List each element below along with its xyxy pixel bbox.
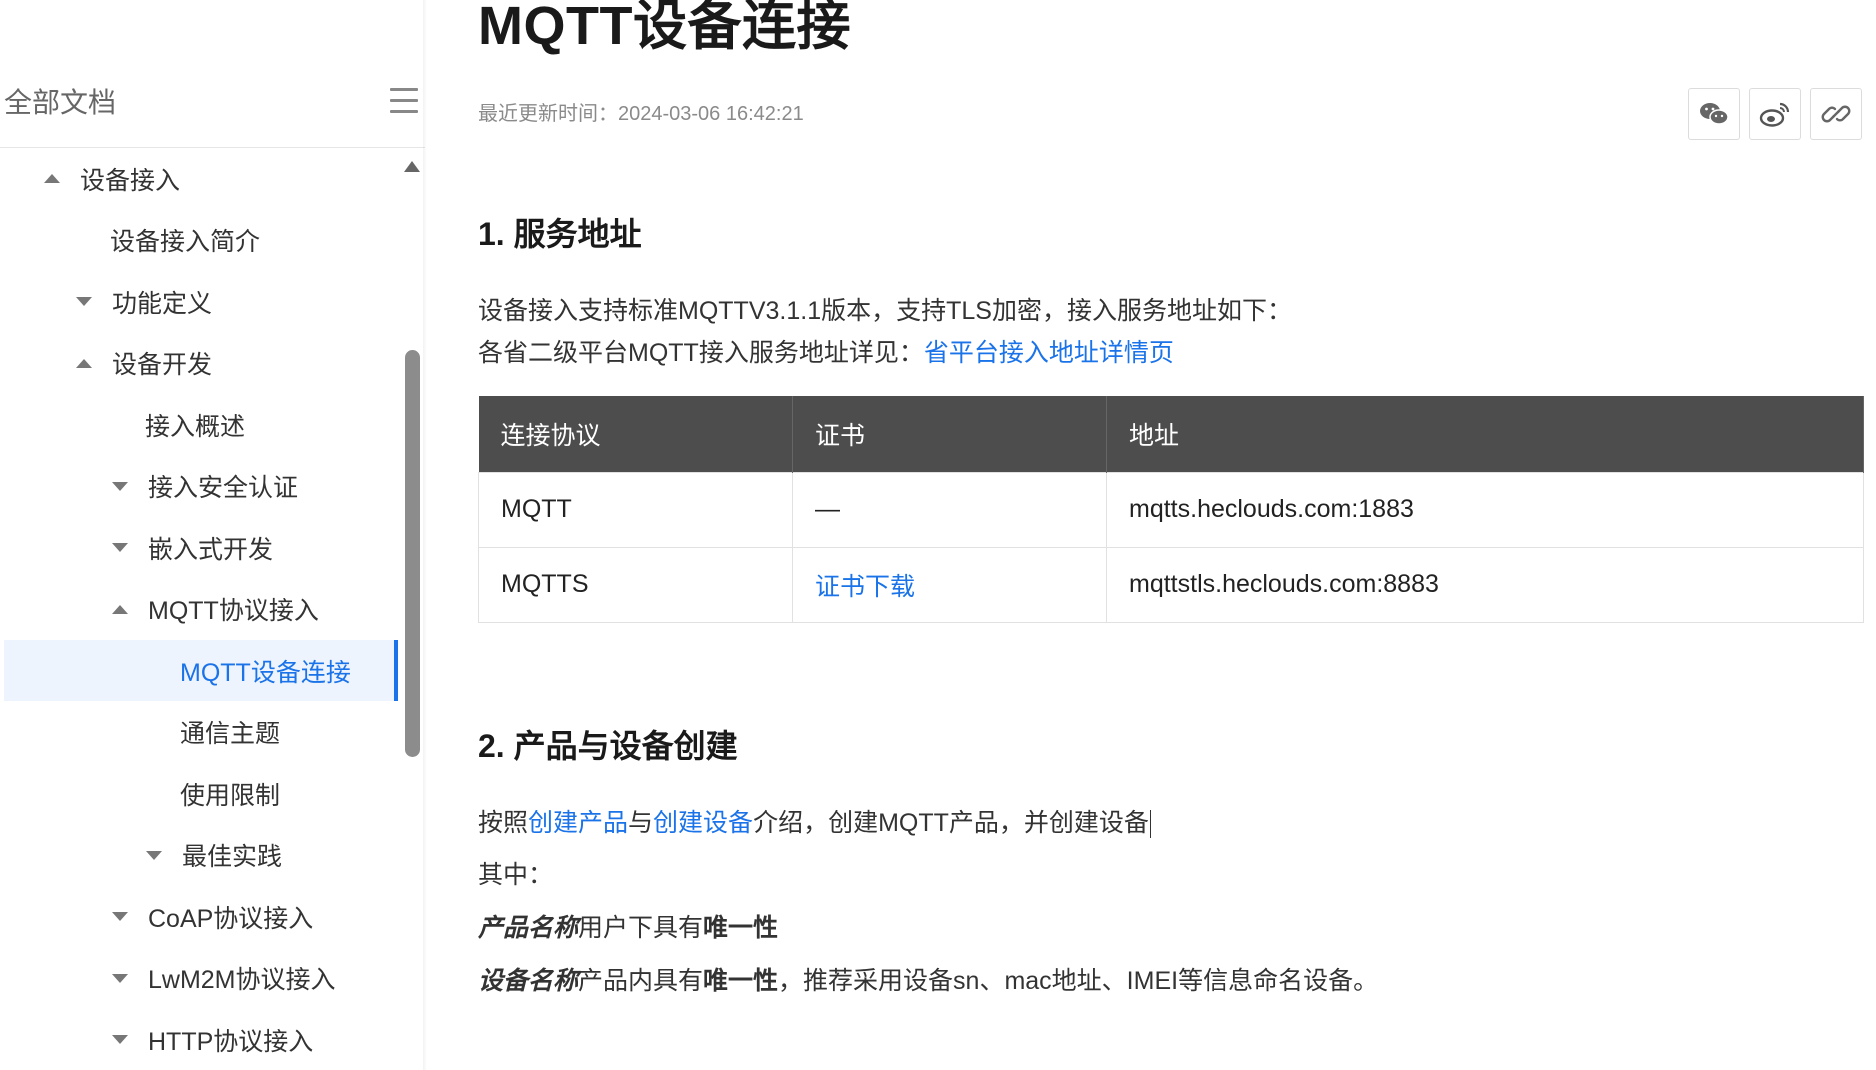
cell-protocol: MQTTS (478, 546, 793, 623)
sidebar-item[interactable]: 使用限制 (4, 763, 398, 824)
caret-down-icon[interactable] (112, 973, 128, 983)
caret-up-icon[interactable] (76, 358, 92, 368)
sidebar-item-label: MQTT设备连接 (180, 658, 351, 687)
sidebar-item-label: 最佳实践 (182, 843, 283, 871)
sidebar-item[interactable]: HTTP协议接入 (4, 1009, 398, 1070)
sidebar-item[interactable]: 设备接入 (4, 148, 398, 209)
provincial-prefix: 各省二级平台MQTT接入服务地址详见： (478, 339, 924, 367)
sidebar-item[interactable]: 设备开发 (4, 333, 398, 394)
sidebar-divider (423, 0, 427, 1070)
sidebar: 全部文档 设备接入设备接入简介 功能定义设备开发接入概述接入安全认证 嵌入式开发 MQ… (0, 0, 425, 1070)
column-header-protocol: 连接协议 (478, 396, 793, 472)
weibo-icon (1759, 102, 1790, 127)
sidebar-item-label: 设备开发 (112, 351, 213, 379)
sidebar-item[interactable]: 功能定义 (4, 271, 398, 332)
sidebar-item[interactable]: 接入概述 (4, 394, 398, 455)
sidebar-item-label: 设备接入 (80, 166, 181, 195)
caret-up-icon[interactable] (44, 174, 60, 183)
section2-note: 其中： (478, 861, 554, 889)
sidebar-header: 全部文档 (0, 0, 425, 148)
sidebar-item[interactable]: MQTT协议接入 (4, 579, 398, 640)
sidebar-item-label: 设备接入简介 (110, 228, 261, 256)
caret-down-icon[interactable] (112, 543, 128, 552)
sidebar-item-label: 使用限制 (180, 781, 281, 810)
sidebar-item-label: 功能定义 (112, 289, 213, 318)
scroll-up-arrow-icon[interactable] (404, 161, 420, 172)
uniqueness-term: 唯一性 (703, 967, 779, 995)
link-icon (1821, 105, 1851, 123)
caret-up-icon[interactable] (112, 604, 128, 614)
table-row: MQTT — mqtts.heclouds.com:1883 (478, 471, 1864, 548)
sidebar-item[interactable]: 通信主题 (4, 702, 398, 763)
product-name-rule: 产品名称用户下具有唯一性 (478, 911, 778, 945)
cell-certificate: — (792, 471, 1107, 548)
create-product-link[interactable]: 创建产品 (528, 809, 628, 837)
doc-content: MQTT设备连接 最近更新时间：2024-03-06 16:42:21 1. 服… (478, 0, 1868, 1070)
scrollbar-thumb[interactable] (405, 350, 420, 757)
sidebar-item[interactable]: 设备接入简介 (4, 210, 398, 271)
column-header-address: 地址 (1106, 396, 1864, 472)
caret-down-icon[interactable] (112, 481, 128, 491)
cell-certificate: 证书下载 (792, 546, 1107, 623)
sidebar-item-label: HTTP协议接入 (148, 1027, 314, 1056)
cell-protocol: MQTT (478, 471, 793, 548)
sidebar-item-label: 通信主题 (180, 720, 281, 748)
sidebar-item-label: CoAP协议接入 (148, 904, 314, 933)
sidebar-item-label: MQTT协议接入 (148, 597, 319, 625)
section-heading-product-device: 2. 产品与设备创建 (478, 728, 738, 764)
table-row: MQTTS 证书下载 mqttstls.heclouds.com:8883 (478, 546, 1864, 623)
wechat-icon (1700, 103, 1729, 125)
sidebar-item[interactable]: 接入安全认证 (4, 456, 398, 517)
sidebar-item[interactable]: 嵌入式开发 (4, 517, 398, 578)
provincial-address-link[interactable]: 省平台接入地址详情页 (924, 339, 1174, 367)
device-name-rule: 设备名称产品内具有唯一性，推荐采用设备sn、mac地址、IMEI等信息命名设备。 (478, 964, 1378, 998)
sidebar-item-label: 接入安全认证 (148, 474, 299, 502)
share-wechat-button[interactable] (1688, 88, 1740, 140)
text-fragment: 与 (628, 809, 654, 837)
section1-text: 设备接入支持标准MQTTV3.1.1版本，支持TLS加密，接入服务地址如下： (478, 297, 1292, 325)
caret-down-icon[interactable] (146, 850, 162, 860)
caret-down-icon[interactable] (76, 297, 92, 306)
share-weibo-button[interactable] (1749, 88, 1801, 140)
sidebar-item[interactable]: CoAP协议接入 (4, 886, 398, 947)
text-fragment: 用户下具有 (578, 914, 704, 942)
text-fragment: 产品内具有 (578, 967, 704, 995)
share-copy-link-button[interactable] (1810, 88, 1862, 140)
table-header-row: 连接协议 证书 地址 (478, 396, 1864, 472)
text-fragment: 按照 (478, 809, 529, 837)
caret-down-icon[interactable] (112, 912, 128, 921)
column-header-certificate: 证书 (792, 396, 1107, 472)
caret-down-icon[interactable] (112, 1035, 128, 1044)
text-fragment: 介绍，创建MQTT产品，并创建设备 (753, 809, 1149, 837)
sidebar-title: 全部文档 (4, 87, 117, 118)
text-fragment: ，推荐采用设备sn、mac地址、IMEI等信息命名设备。 (778, 967, 1379, 995)
last-updated-time: 最近更新时间：2024-03-06 16:42:21 (478, 103, 804, 125)
sidebar-item[interactable]: 最佳实践 (4, 825, 398, 886)
sidebar-item-label: LwM2M协议接入 (148, 966, 336, 994)
section1-provincial-line: 各省二级平台MQTT接入服务地址详见：省平台接入地址详情页 (478, 336, 1174, 370)
product-name-term: 产品名称 (478, 914, 579, 942)
certificate-download-link[interactable]: 证书下载 (815, 573, 915, 601)
cell-address: mqtts.heclouds.com:1883 (1106, 471, 1864, 548)
section-heading-service-address: 1. 服务地址 (478, 216, 642, 252)
text-cursor (1149, 810, 1151, 839)
sidebar-item[interactable]: MQTT设备连接 (4, 640, 398, 701)
cell-address: mqttstls.heclouds.com:8883 (1106, 546, 1864, 623)
sidebar-item-label: 接入概述 (145, 412, 246, 441)
page-title: MQTT设备连接 (478, 0, 851, 56)
section2-intro: 按照创建产品与创建设备介绍，创建MQTT产品，并创建设备 (478, 806, 1151, 840)
uniqueness-term: 唯一性 (703, 914, 779, 942)
sidebar-item-label: 嵌入式开发 (148, 535, 274, 564)
sidebar-item[interactable]: LwM2M协议接入 (4, 948, 398, 1009)
service-address-table: 连接协议 证书 地址 MQTT — mqtts.heclouds.com:188… (478, 396, 1864, 623)
create-device-link[interactable]: 创建设备 (653, 809, 753, 837)
device-name-term: 设备名称 (478, 967, 579, 995)
menu-icon[interactable] (390, 88, 418, 116)
